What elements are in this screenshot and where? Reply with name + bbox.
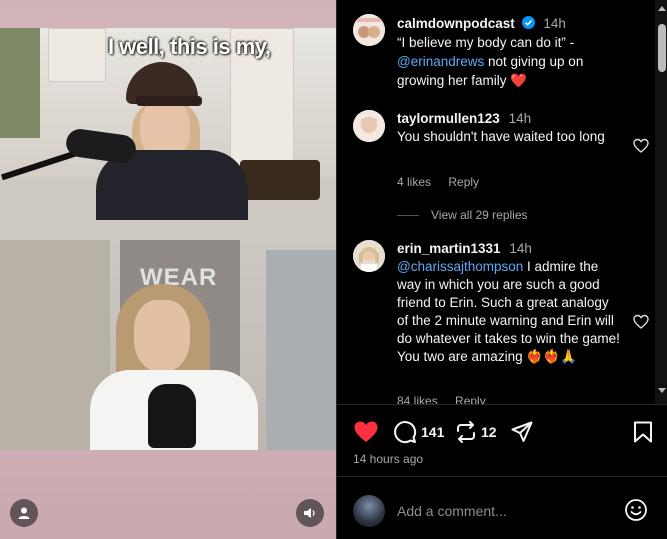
heart-outline-icon[interactable] [633,138,649,154]
save-button[interactable] [633,419,653,445]
comments-scroll-area[interactable]: calmdownpodcast 14h “I believe my body c… [337,0,655,404]
post-username[interactable]: calmdownpodcast [397,16,515,31]
my-avatar [353,495,385,527]
view-replies-label: View all 29 replies [431,208,528,222]
comment-likes[interactable]: 4 likes [397,175,431,189]
comment-time: 14h [508,111,532,126]
user-icon [18,507,30,519]
comment-mention[interactable]: @charissajthompson [397,259,523,274]
door [266,250,336,450]
repost-button[interactable]: 12 [455,419,497,445]
comment-time: 14h [509,241,532,256]
reply-button[interactable]: Reply [448,175,479,189]
comment-count: 141 [421,424,445,440]
scroll-down-arrow-icon[interactable] [658,388,666,393]
comment-likes[interactable]: 84 likes [397,394,438,404]
divider [397,214,419,216]
bookmark-icon [634,421,652,443]
bookshelf [48,28,106,82]
heart-emoji: ❤️ [510,73,528,88]
avatar[interactable] [353,110,385,142]
bottles [240,160,320,200]
repost-icon [457,421,475,443]
posted-time: 14 hours ago [353,452,424,466]
post-text: “I believe my body can do it” - [397,35,575,50]
comment-username[interactable]: erin_martin1331 [397,241,501,256]
reply-button[interactable]: Reply [455,394,486,404]
view-replies-link[interactable]: View all 29 replies [397,208,528,222]
heart-icon [354,421,378,442]
verified-badge-icon [521,16,535,29]
scrollbar[interactable] [655,0,667,404]
guest-face [134,300,190,372]
action-bar: 141 12 14 hours ago [337,404,667,468]
cap-brim [136,96,202,106]
scroll-thumb[interactable] [658,24,666,72]
comment-text: You shouldn't have waited too long [397,129,605,144]
comment-button[interactable]: 141 [393,419,444,445]
video-caption: I well, this is my, [108,34,271,59]
like-button[interactable] [353,419,379,445]
comment-text: I admire the way in which you are such a… [397,259,620,364]
share-icon [511,421,533,442]
microphone-bottom [148,384,196,448]
comment-username[interactable]: taylormullen123 [397,111,500,126]
post-mention[interactable]: @erinandrews [397,54,484,69]
post-media[interactable]: I well, this is my, WEAR [0,0,336,539]
comment-icon [394,421,417,444]
emoji-icon[interactable] [624,498,648,522]
share-button[interactable] [511,419,533,445]
post-time: 14h [543,16,566,31]
volume-icon [304,508,315,518]
user-tag-button[interactable] [10,499,38,527]
add-comment-input[interactable] [397,500,607,522]
avatar[interactable] [353,240,385,272]
avatar[interactable] [353,14,385,46]
comments-panel: calmdownpodcast 14h “I believe my body c… [336,0,667,539]
volume-button[interactable] [296,499,324,527]
repost-count: 12 [481,424,497,440]
add-comment-bar [337,476,667,539]
comment-emojis: ❤️‍🔥❤️‍🔥🙏 [526,349,577,364]
heart-outline-icon[interactable] [633,314,649,330]
scroll-up-arrow-icon[interactable] [658,6,666,11]
window-plant [0,28,40,138]
